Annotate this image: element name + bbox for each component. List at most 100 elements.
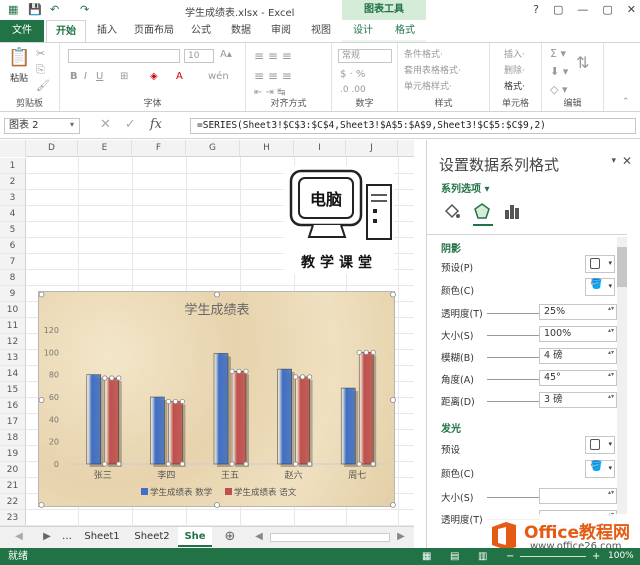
tab-design[interactable]: 设计 (344, 20, 382, 42)
fill-icon[interactable]: ⬇ ▾ (550, 65, 568, 78)
shadow-preset-picker[interactable]: ▾ (585, 255, 615, 273)
collapse-ribbon-icon[interactable]: ⌃ (622, 97, 630, 107)
column-header[interactable]: G (186, 140, 240, 157)
column-header[interactable]: I (294, 140, 346, 157)
border-icon[interactable]: ⊞ (120, 71, 128, 82)
column-header[interactable]: D (26, 140, 78, 157)
normal-view-icon[interactable]: ▦ (422, 548, 431, 565)
column-header[interactable]: H (240, 140, 294, 157)
shadow-color-picker[interactable]: 🪣 ▾ (585, 278, 615, 296)
row-header[interactable]: 12 (0, 334, 26, 350)
tab-formulas[interactable]: 公式 (184, 20, 218, 42)
ribbon-display-button[interactable]: ▢ (553, 3, 563, 16)
clear-icon[interactable]: ◇ ▾ (550, 83, 567, 96)
italic-icon[interactable]: I (84, 71, 87, 82)
series-options-icon[interactable] (503, 202, 521, 220)
zoom-out-icon[interactable]: − (506, 548, 514, 565)
align-top-icon[interactable]: ≡ ≡ ≡ (254, 49, 292, 63)
glow-size-slider[interactable] (487, 497, 539, 498)
undo-icon[interactable]: ↶ (50, 3, 59, 16)
angle-input[interactable]: 45° (539, 370, 617, 386)
prev-sheet-icon[interactable]: ◀ (12, 527, 26, 547)
tab-data[interactable]: 数据 (224, 20, 258, 42)
pane-close-icon[interactable]: ✕ (622, 154, 632, 168)
scroll-right-icon[interactable]: ▶ (394, 527, 408, 547)
row-header[interactable]: 19 (0, 446, 26, 462)
row-header[interactable]: 23 (0, 510, 26, 526)
row-header[interactable]: 10 (0, 302, 26, 318)
column-header[interactable]: F (132, 140, 186, 157)
transparency-input[interactable]: 25% (539, 304, 617, 320)
close-button[interactable]: ✕ (627, 3, 636, 16)
enter-formula-icon[interactable]: ✓ (125, 117, 136, 132)
cancel-formula-icon[interactable]: ✕ (100, 117, 111, 132)
angle-slider[interactable] (487, 379, 539, 380)
distance-input[interactable]: 3 磅 (539, 392, 617, 408)
fill-line-icon[interactable] (443, 202, 461, 220)
glow-size-input[interactable] (539, 488, 617, 504)
tab-home[interactable]: 开始 (46, 20, 86, 42)
column-header[interactable]: E (78, 140, 132, 157)
font-color-icon[interactable]: A (176, 71, 183, 82)
row-header[interactable]: 20 (0, 462, 26, 478)
bold-icon[interactable]: B (70, 71, 78, 82)
blur-input[interactable]: 4 磅 (539, 348, 617, 364)
currency-icon[interactable]: $ · % (340, 69, 365, 80)
align-left-icon[interactable]: ≡ ≡ ≡ (254, 69, 292, 83)
computer-class-logo[interactable]: 电脑 教学课堂 (283, 165, 395, 275)
shadow-section-title[interactable]: 阴影 (441, 240, 461, 255)
row-header[interactable]: 22 (0, 494, 26, 510)
more-sheets-left[interactable]: … (60, 527, 74, 547)
transparency-slider[interactable] (487, 313, 539, 314)
row-header[interactable]: 13 (0, 350, 26, 366)
insert-cells-button[interactable]: 插入· (504, 47, 525, 60)
format-as-table-button[interactable]: 套用表格格式· (404, 63, 461, 76)
zoom-slider[interactable] (520, 556, 586, 557)
row-header[interactable]: 9 (0, 286, 26, 302)
format-painter-icon[interactable]: 🖌 (36, 79, 50, 92)
row-header[interactable]: 21 (0, 478, 26, 494)
tab-view[interactable]: 视图 (304, 20, 338, 42)
row-header[interactable]: 17 (0, 414, 26, 430)
format-cells-button[interactable]: 格式· (504, 79, 525, 92)
distance-slider[interactable] (487, 401, 539, 402)
number-format-select[interactable]: 常规 (338, 49, 392, 63)
copy-icon[interactable]: ⎘ (36, 63, 45, 77)
glow-preset-picker[interactable]: ▾ (585, 436, 615, 454)
sort-filter-icon[interactable]: ⇅ (576, 53, 589, 72)
horizontal-scrollbar[interactable] (270, 533, 390, 542)
name-box[interactable]: 图表 2 (4, 118, 80, 134)
name-box-dropdown-icon[interactable]: ▾ (70, 120, 74, 129)
insert-function-icon[interactable]: fx (150, 117, 162, 132)
delete-cells-button[interactable]: 删除· (504, 63, 525, 76)
tab-page-layout[interactable]: 页面布局 (128, 20, 180, 42)
blur-slider[interactable] (487, 357, 539, 358)
effects-icon[interactable] (473, 202, 491, 220)
score-chart[interactable]: 学生成绩表 0 20 40 60 80 100 120 张三 李四 王五 赵六 周七 学生成绩表 数学 学生… (38, 291, 396, 508)
sheet-tab-sheet1[interactable]: Sheet1 (78, 527, 126, 547)
row-header[interactable]: 8 (0, 270, 26, 286)
conditional-format-button[interactable]: 条件格式· (404, 47, 443, 60)
size-slider[interactable] (487, 335, 539, 336)
sheet-tab-sheet2[interactable]: Sheet2 (128, 527, 176, 547)
pane-scroll-thumb[interactable] (617, 247, 627, 287)
row-header[interactable]: 7 (0, 254, 26, 270)
add-sheet-icon[interactable]: ⊕ (222, 527, 238, 547)
font-name-select[interactable] (68, 49, 180, 63)
row-header[interactable]: 1 (0, 158, 26, 174)
row-header[interactable]: 15 (0, 382, 26, 398)
row-header[interactable]: 11 (0, 318, 26, 334)
glow-color-picker[interactable]: 🪣 ▾ (585, 460, 615, 478)
size-input[interactable]: 100% (539, 326, 617, 342)
tab-format[interactable]: 格式 (386, 20, 424, 42)
row-header[interactable]: 3 (0, 190, 26, 206)
tab-review[interactable]: 审阅 (264, 20, 298, 42)
cut-icon[interactable]: ✂ (36, 47, 45, 60)
row-header[interactable]: 4 (0, 206, 26, 222)
row-header[interactable]: 14 (0, 366, 26, 382)
row-header[interactable]: 18 (0, 430, 26, 446)
row-header[interactable]: 2 (0, 174, 26, 190)
zoom-in-icon[interactable]: + (592, 548, 600, 565)
phonetic-icon[interactable]: wén (208, 71, 229, 82)
font-size-select[interactable]: 10 (184, 49, 214, 63)
